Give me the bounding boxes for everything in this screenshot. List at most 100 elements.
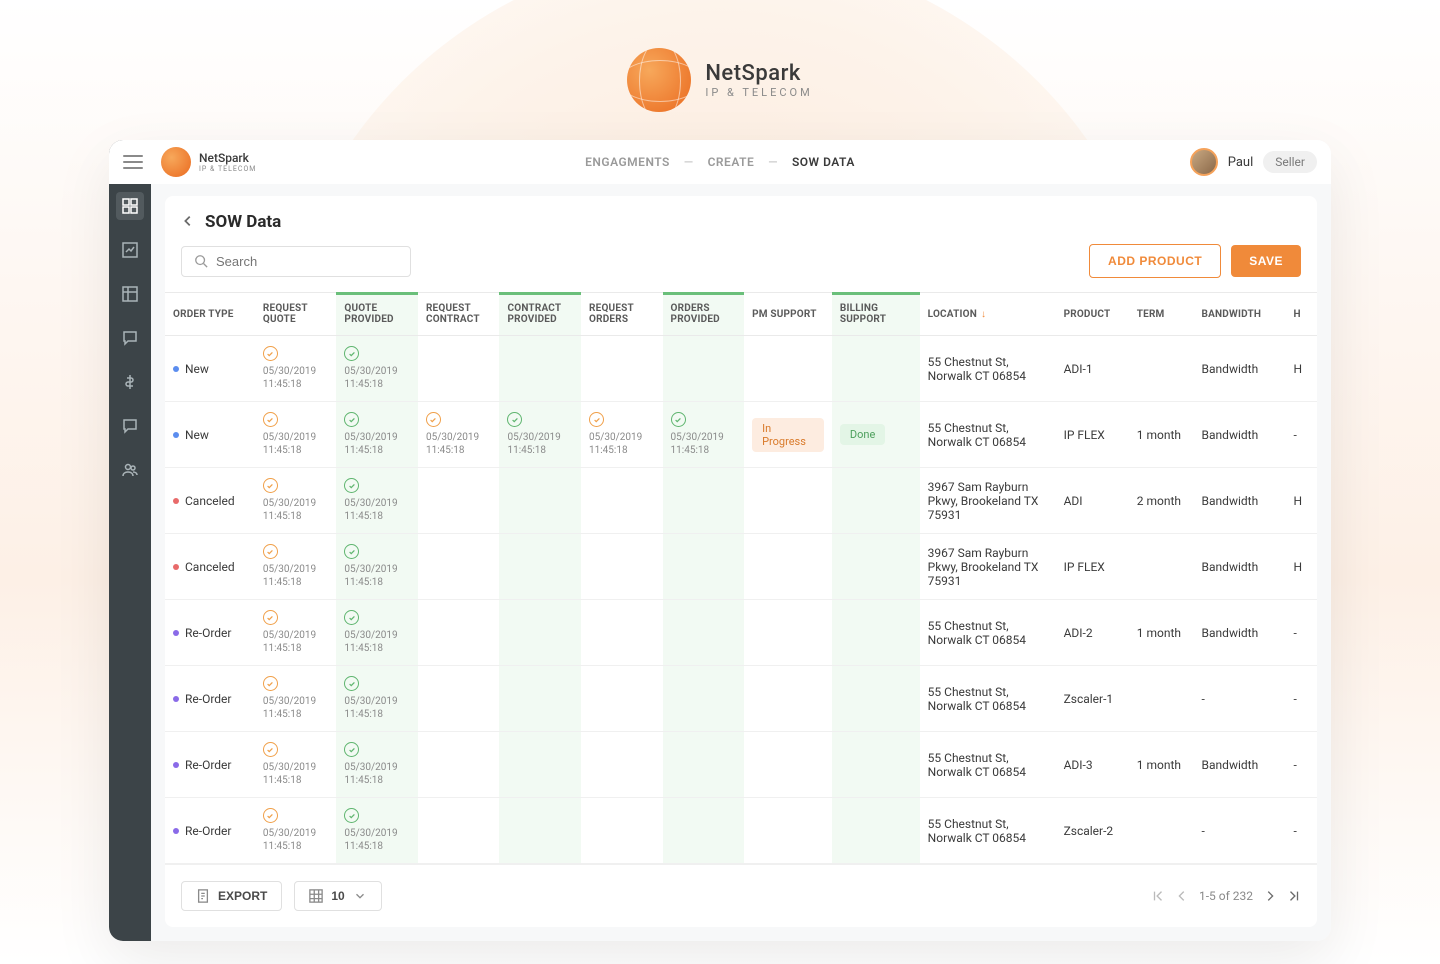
cell-billing-support: [832, 732, 920, 798]
status-badge: In Progress: [752, 418, 824, 452]
table-row[interactable]: Canceled05/30/2019 11:45:1805/30/2019 11…: [165, 468, 1317, 534]
role-badge[interactable]: Seller: [1263, 151, 1317, 173]
cell-bandwidth: Bandwidth: [1194, 336, 1286, 402]
col-location[interactable]: LOCATION↓: [920, 293, 1056, 336]
table-wrap: ORDER TYPE REQUEST QUOTE QUOTE PROVIDED …: [165, 292, 1317, 864]
mini-logo[interactable]: NetSpark IP & TELECOM: [161, 147, 256, 177]
table-cell: 05/30/2019 11:45:18: [336, 798, 418, 864]
table-row[interactable]: New05/30/2019 11:45:1805/30/2019 11:45:1…: [165, 402, 1317, 468]
sidebar-item-messages[interactable]: [116, 412, 144, 440]
page-last-button[interactable]: [1287, 889, 1301, 903]
timestamp: 05/30/2019 11:45:18: [507, 431, 573, 457]
col-term[interactable]: TERM: [1129, 293, 1194, 336]
page-next-button[interactable]: [1263, 889, 1277, 903]
table-row[interactable]: New05/30/2019 11:45:1805/30/2019 11:45:1…: [165, 336, 1317, 402]
table-cell: 05/30/2019 11:45:18: [499, 402, 581, 468]
hamburger-icon[interactable]: [123, 155, 143, 169]
table-cell: [418, 534, 500, 600]
page-size-selector[interactable]: 10: [294, 881, 381, 911]
col-request-quote[interactable]: REQUEST QUOTE: [255, 293, 337, 336]
add-product-button[interactable]: ADD PRODUCT: [1089, 244, 1221, 278]
table-cell: 05/30/2019 11:45:18: [581, 402, 663, 468]
page-size-value: 10: [331, 889, 344, 903]
page-prev-button[interactable]: [1175, 889, 1189, 903]
col-h[interactable]: H: [1286, 293, 1317, 336]
check-circle-icon: [344, 544, 359, 559]
sidebar-item-dashboard[interactable]: [116, 192, 144, 220]
cell-location: 55 Chestnut St, Norwalk CT 06854: [920, 600, 1056, 666]
page-header: SOW Data: [165, 212, 1317, 244]
table-cell: 05/30/2019 11:45:18: [336, 666, 418, 732]
col-bandwidth[interactable]: BANDWIDTH: [1194, 293, 1286, 336]
table-cell: [581, 666, 663, 732]
cell-bandwidth: Bandwidth: [1194, 732, 1286, 798]
col-order-type[interactable]: ORDER TYPE: [165, 293, 255, 336]
cell-order-type: Re-Order: [165, 666, 255, 732]
search-input[interactable]: [216, 254, 398, 269]
page-first-button[interactable]: [1151, 889, 1165, 903]
sidebar-item-chat[interactable]: [116, 324, 144, 352]
sidebar-item-users[interactable]: [116, 456, 144, 484]
table-cell: [581, 732, 663, 798]
cell-h: H: [1286, 468, 1317, 534]
status-dot-icon: [173, 432, 179, 438]
table-row[interactable]: Re-Order05/30/2019 11:45:1805/30/2019 11…: [165, 666, 1317, 732]
table-cell: [418, 732, 500, 798]
table-cell: [663, 600, 745, 666]
table-row[interactable]: Re-Order05/30/2019 11:45:1805/30/2019 11…: [165, 732, 1317, 798]
crumb-create[interactable]: CREATE: [708, 155, 755, 169]
avatar[interactable]: [1190, 148, 1218, 176]
table-cell: 05/30/2019 11:45:18: [255, 798, 337, 864]
table-cell: [499, 798, 581, 864]
table-cell: 05/30/2019 11:45:18: [663, 402, 745, 468]
col-billing-support[interactable]: BILLING SUPPORT: [832, 293, 920, 336]
timestamp: 05/30/2019 11:45:18: [426, 431, 492, 457]
table-row[interactable]: Re-Order05/30/2019 11:45:1805/30/2019 11…: [165, 600, 1317, 666]
col-orders-provided[interactable]: ORDERS PROVIDED: [663, 293, 745, 336]
crumb-engagements[interactable]: ENGAGMENTS: [585, 155, 670, 169]
sidebar-item-analytics[interactable]: [116, 236, 144, 264]
timestamp: 05/30/2019 11:45:18: [263, 365, 329, 391]
crumb-sow-data[interactable]: SOW DATA: [792, 155, 855, 169]
sidebar-item-billing[interactable]: [116, 368, 144, 396]
col-request-orders[interactable]: REQUEST ORDERS: [581, 293, 663, 336]
back-chevron-icon[interactable]: [181, 213, 195, 232]
check-circle-icon: [263, 808, 278, 823]
cell-pm-support: [744, 798, 832, 864]
cell-h: H: [1286, 534, 1317, 600]
cell-location: 55 Chestnut St, Norwalk CT 06854: [920, 732, 1056, 798]
main: SOW Data ADD PRODUCT SAVE: [151, 140, 1331, 941]
sidebar-item-table[interactable]: [116, 280, 144, 308]
save-button[interactable]: SAVE: [1231, 245, 1301, 277]
check-circle-icon: [507, 412, 522, 427]
table-cell: [418, 798, 500, 864]
cell-term: [1129, 798, 1194, 864]
col-pm-support[interactable]: PM SUPPORT: [744, 293, 832, 336]
col-contract-provided[interactable]: CONTRACT PROVIDED: [499, 293, 581, 336]
cell-product: ADI-3: [1056, 732, 1129, 798]
export-button[interactable]: EXPORT: [181, 881, 282, 911]
user-area: Paul Seller: [1190, 148, 1317, 176]
check-circle-icon: [344, 412, 359, 427]
status-badge: Done: [840, 424, 885, 445]
status-dot-icon: [173, 696, 179, 702]
cell-h: H: [1286, 336, 1317, 402]
table-cell: [499, 666, 581, 732]
table-cell: 05/30/2019 11:45:18: [255, 468, 337, 534]
col-request-contract[interactable]: REQUEST CONTRACT: [418, 293, 500, 336]
brand-sub: IP & TELECOM: [705, 86, 812, 99]
table-row[interactable]: Canceled05/30/2019 11:45:1805/30/2019 11…: [165, 534, 1317, 600]
cell-bandwidth: Bandwidth: [1194, 402, 1286, 468]
status-dot-icon: [173, 498, 179, 504]
col-quote-provided[interactable]: QUOTE PROVIDED: [336, 293, 418, 336]
table-cell: [418, 666, 500, 732]
search-box[interactable]: [181, 246, 411, 277]
data-table: ORDER TYPE REQUEST QUOTE QUOTE PROVIDED …: [165, 292, 1317, 864]
cell-product: ADI: [1056, 468, 1129, 534]
cell-pm-support: [744, 336, 832, 402]
cell-location: 55 Chestnut St, Norwalk CT 06854: [920, 402, 1056, 468]
logo-icon: [627, 48, 691, 112]
table-row[interactable]: Re-Order05/30/2019 11:45:1805/30/2019 11…: [165, 798, 1317, 864]
table-cell: 05/30/2019 11:45:18: [255, 600, 337, 666]
col-product[interactable]: PRODUCT: [1056, 293, 1129, 336]
